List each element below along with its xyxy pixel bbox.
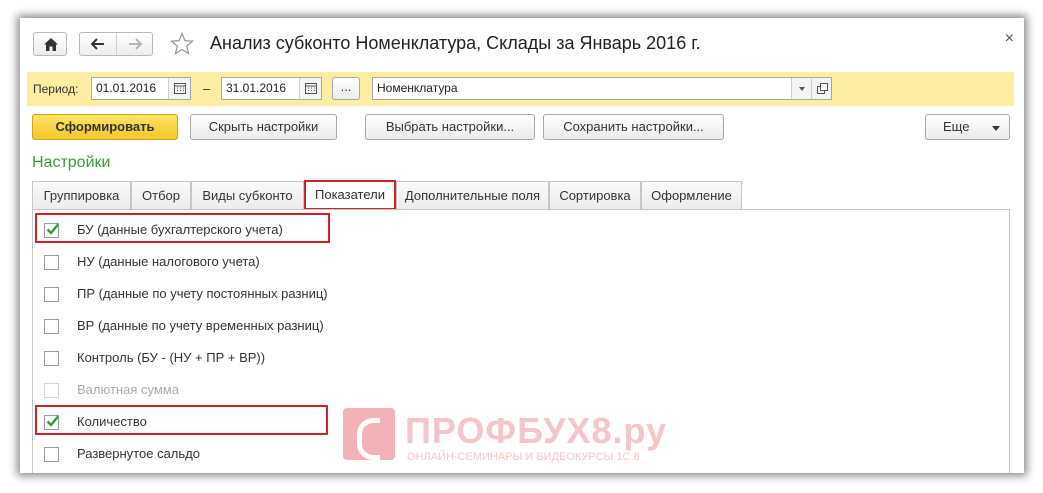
- checkbox-vr[interactable]: [44, 319, 59, 334]
- nomenclature-field[interactable]: Номенклатура: [372, 77, 832, 100]
- report-window: Анализ субконто Номенклатура, Склады за …: [20, 18, 1024, 473]
- title-bar: Анализ субконто Номенклатура, Склады за …: [20, 18, 1024, 70]
- indicator-row-expanded-balance[interactable]: Развернутое сальдо: [33, 439, 633, 471]
- more-button[interactable]: Еще: [925, 114, 1010, 140]
- forward-arrow-icon: [128, 38, 142, 50]
- tab-filter[interactable]: Отбор: [131, 181, 191, 209]
- calendar-icon: [174, 83, 186, 94]
- indicator-label: ВР (данные по учету временных разниц): [77, 318, 324, 333]
- generate-button[interactable]: Сформировать: [32, 114, 178, 140]
- hide-settings-button[interactable]: Скрыть настройки: [190, 114, 337, 140]
- checkbox-expanded-balance[interactable]: [44, 447, 59, 462]
- home-icon: [44, 38, 58, 51]
- indicator-label: Валютная сумма: [77, 382, 179, 397]
- back-button[interactable]: [80, 33, 116, 55]
- period-to-field[interactable]: 31.01.2016: [221, 77, 322, 100]
- favorite-star-icon[interactable]: [170, 32, 194, 55]
- period-dash: –: [203, 81, 211, 96]
- tab-additional-fields[interactable]: Дополнительные поля: [396, 181, 549, 209]
- highlight-frame-bu: [35, 213, 330, 243]
- calendar-button-from[interactable]: [168, 78, 190, 99]
- open-icon: [817, 83, 828, 94]
- navigation-arrows: [79, 32, 153, 56]
- indicator-row-pr[interactable]: ПР (данные по учету постоянных разниц): [33, 279, 633, 311]
- indicator-row-nu[interactable]: НУ (данные налогового учета): [33, 247, 633, 279]
- back-arrow-icon: [91, 38, 104, 50]
- save-settings-button[interactable]: Сохранить настройки...: [543, 114, 724, 140]
- indicator-row-currency: Валютная сумма: [33, 375, 633, 407]
- checkbox-nu[interactable]: [44, 255, 59, 270]
- tab-indicators[interactable]: Показатели: [304, 180, 396, 210]
- indicator-label: Развернутое сальдо: [77, 446, 200, 461]
- period-bar: Период: 01.01.2016 – 31.01.2016 ... Номе…: [27, 72, 1014, 106]
- calendar-button-to[interactable]: [299, 78, 321, 99]
- home-button[interactable]: [33, 32, 67, 56]
- settings-title: Настройки: [32, 154, 111, 171]
- window-title: Анализ субконто Номенклатура, Склады за …: [210, 33, 701, 53]
- tab-formatting[interactable]: Оформление: [641, 181, 742, 209]
- tab-grouping[interactable]: Группировка: [32, 181, 131, 209]
- indicator-label: ПР (данные по учету постоянных разниц): [77, 286, 328, 301]
- tab-sorting[interactable]: Сортировка: [549, 181, 641, 209]
- checkbox-currency: [44, 383, 59, 398]
- close-icon[interactable]: ×: [1005, 30, 1014, 48]
- tab-subconto-types[interactable]: Виды субконто: [191, 181, 304, 209]
- period-from-value: 01.01.2016: [96, 81, 157, 95]
- checkbox-control[interactable]: [44, 351, 59, 366]
- indicator-label: НУ (данные налогового учета): [77, 254, 260, 269]
- indicators-panel: ПРОФБУХ8.ру ОНЛАЙН-СЕМИНАРЫ И ВИДЕОКУРСЫ…: [32, 209, 1010, 473]
- dropdown-icon[interactable]: [791, 78, 811, 99]
- indicator-row-vr[interactable]: ВР (данные по учету временных разниц): [33, 311, 633, 343]
- nomenclature-value: Номенклатура: [377, 81, 458, 95]
- period-label: Период:: [33, 82, 79, 96]
- checkbox-pr[interactable]: [44, 287, 59, 302]
- period-to-value: 31.01.2016: [226, 81, 287, 95]
- indicator-row-control[interactable]: Контроль (БУ - (НУ + ПР + ВР)): [33, 343, 633, 375]
- period-from-field[interactable]: 01.01.2016: [91, 77, 191, 100]
- forward-button[interactable]: [115, 33, 152, 55]
- calendar-icon: [305, 83, 317, 94]
- open-button[interactable]: [811, 78, 831, 99]
- period-select-button[interactable]: ...: [332, 77, 360, 100]
- choose-settings-button[interactable]: Выбрать настройки...: [365, 114, 535, 140]
- highlight-frame-quantity: [35, 405, 328, 435]
- indicator-label: Контроль (БУ - (НУ + ПР + ВР)): [77, 350, 266, 365]
